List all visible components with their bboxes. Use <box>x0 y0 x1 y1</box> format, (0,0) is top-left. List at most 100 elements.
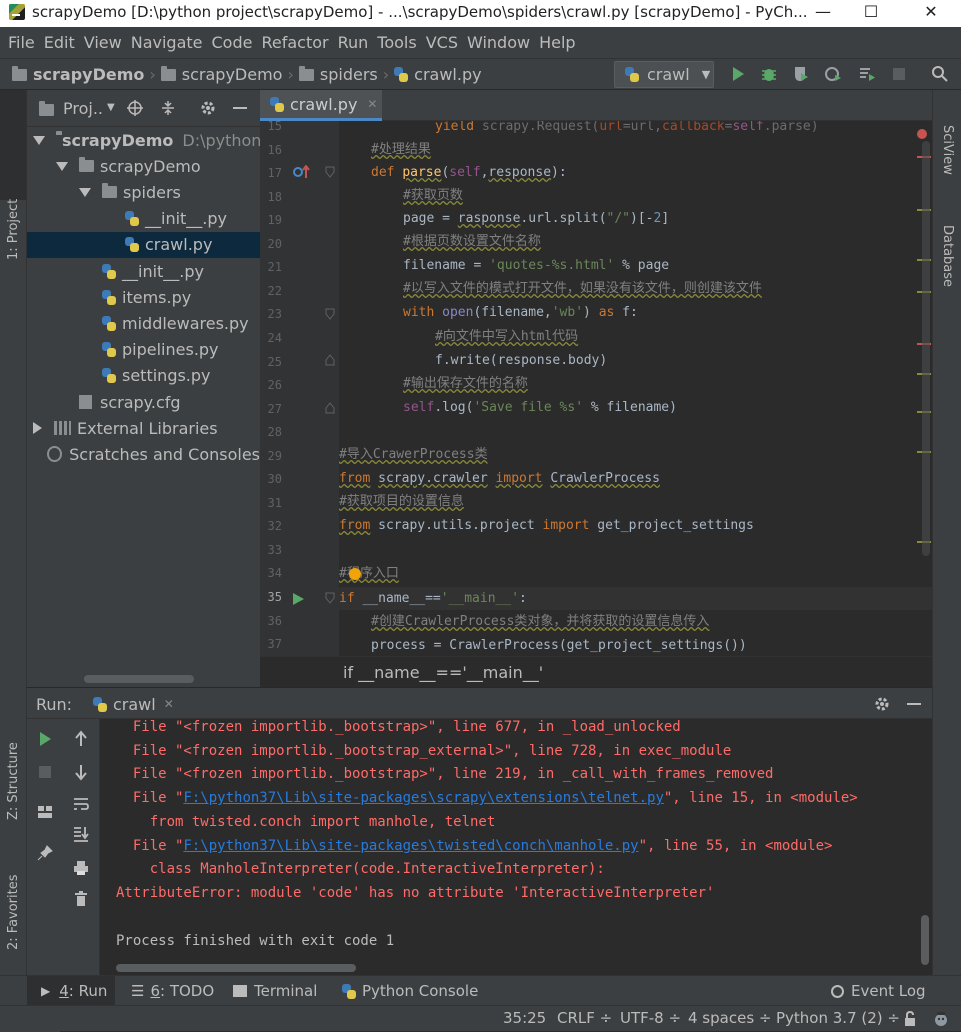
horizontal-scrollbar[interactable] <box>116 964 356 972</box>
project-tree-item[interactable]: settings.py <box>27 363 260 389</box>
project-tree-item[interactable]: crawl.py <box>27 231 260 258</box>
up-arrow-icon[interactable] <box>72 730 90 748</box>
project-tree-item[interactable]: scrapy.cfg <box>27 389 260 415</box>
run-tab-crawl[interactable]: crawl ✕ <box>93 690 174 718</box>
pin-tab-icon[interactable] <box>36 844 54 862</box>
run-console-output[interactable]: File "<frozen importlib._bootstrap>", li… <box>100 719 932 975</box>
trash-icon[interactable] <box>72 890 90 908</box>
stop-icon[interactable] <box>36 763 54 781</box>
maximize-button[interactable]: ☐ <box>848 0 894 27</box>
favorites-tool-tab[interactable]: 2: Favorites <box>6 874 21 950</box>
run-line-icon[interactable] <box>291 592 305 606</box>
project-tree-item[interactable]: scrapyDemo <box>27 153 260 179</box>
chevron-down-icon[interactable] <box>79 187 91 197</box>
menu-refactor[interactable]: Refactor <box>261 33 328 52</box>
console-file-link[interactable]: F:\python37\Lib\site-packages\twisted\co… <box>183 838 638 854</box>
rerun-icon[interactable] <box>36 730 54 748</box>
collapse-all-icon[interactable] <box>159 99 177 117</box>
breadcrumb-spiders[interactable]: spiders <box>320 65 378 84</box>
concurrency-diagram-icon[interactable] <box>858 65 876 83</box>
encoding-select[interactable]: UTF-8 ÷ <box>620 1009 681 1027</box>
fold-marker-icon[interactable] <box>325 592 335 604</box>
breadcrumb-project[interactable]: scrapyDemo <box>33 65 144 84</box>
menu-run[interactable]: Run <box>338 33 369 52</box>
line-separator-select[interactable]: CRLF ÷ <box>557 1009 612 1027</box>
editor-breadcrumb[interactable]: if __name__=='__main__' <box>343 663 543 682</box>
close-button[interactable]: ✕ <box>908 0 954 27</box>
locate-icon[interactable] <box>126 99 144 117</box>
lock-icon[interactable] <box>902 1011 918 1027</box>
menu-code[interactable]: Code <box>212 33 253 52</box>
run-with-coverage-icon[interactable] <box>792 65 810 83</box>
sciview-tool-tab[interactable]: SciView <box>940 125 955 175</box>
lightbulb-icon[interactable] <box>349 568 361 580</box>
menu-vcs[interactable]: VCS <box>426 33 458 52</box>
project-tree-item[interactable]: pipelines.py <box>27 337 260 363</box>
fold-marker-icon[interactable] <box>325 402 335 414</box>
menu-file[interactable]: File <box>8 33 35 52</box>
vertical-scrollbar[interactable] <box>922 141 930 556</box>
soft-wrap-icon[interactable] <box>72 795 90 813</box>
project-tool-tab[interactable]: 1: Project <box>6 199 21 260</box>
override-method-icon[interactable] <box>293 165 311 179</box>
chevron-down-icon[interactable] <box>56 161 68 171</box>
search-icon[interactable] <box>931 65 949 83</box>
inspector-icon[interactable] <box>932 1011 950 1027</box>
hide-icon[interactable] <box>231 99 249 117</box>
debug-icon[interactable] <box>760 65 778 83</box>
caret-position[interactable]: 35:25 <box>503 1009 546 1027</box>
fold-marker-icon[interactable] <box>325 166 335 178</box>
stop-icon[interactable] <box>890 65 908 83</box>
project-tree-item[interactable]: __init__.py <box>27 206 260 232</box>
project-tree-item[interactable]: middlewares.py <box>27 310 260 336</box>
project-tree-label: scrapyDemo <box>62 130 174 150</box>
hide-icon[interactable] <box>905 695 923 713</box>
vertical-scrollbar[interactable] <box>921 915 929 965</box>
run-icon[interactable] <box>729 65 747 83</box>
event-log-tool-tab[interactable]: Event Log <box>831 976 926 1006</box>
code-editor[interactable]: yield scrapy.Request(url=url,callback=se… <box>339 121 932 656</box>
menu-tools[interactable]: Tools <box>377 33 416 52</box>
project-tree-item[interactable]: Scratches and Consoles <box>27 441 260 467</box>
gear-icon[interactable] <box>873 695 891 713</box>
project-view-selector[interactable]: Proj.. <box>63 99 103 118</box>
menu-edit[interactable]: Edit <box>44 33 75 52</box>
python-console-tool-tab[interactable]: Python Console <box>342 976 478 1006</box>
profile-icon[interactable] <box>824 65 842 83</box>
project-tree-item[interactable]: External Libraries <box>27 415 260 441</box>
print-icon[interactable] <box>72 859 90 877</box>
project-tree-item[interactable]: spiders <box>27 179 260 205</box>
fold-marker-icon[interactable] <box>325 354 335 366</box>
run-configuration-select[interactable]: crawl ▼ <box>614 61 714 88</box>
minimize-button[interactable]: — <box>800 0 846 27</box>
menu-navigate[interactable]: Navigate <box>131 33 203 52</box>
error-indicator-icon[interactable] <box>917 129 927 139</box>
console-file-link[interactable]: F:\python37\Lib\site-packages\scrapy\ext… <box>183 790 663 806</box>
menu-window[interactable]: Window <box>467 33 530 52</box>
structure-tool-tab[interactable]: Z: Structure <box>6 742 21 820</box>
run-tool-tab[interactable]: ▶ 4: Run <box>27 976 115 1006</box>
close-icon[interactable]: ✕ <box>367 97 377 111</box>
scroll-to-end-icon[interactable] <box>72 825 90 843</box>
todo-tool-tab[interactable]: ☰ 6: TODO <box>131 976 214 1006</box>
restore-layout-icon[interactable] <box>36 803 54 821</box>
project-tree-item[interactable]: scrapyDemo D:\python p <box>27 127 260 153</box>
breadcrumb-file[interactable]: crawl.py <box>414 65 481 84</box>
menu-view[interactable]: View <box>84 33 122 52</box>
gear-icon[interactable] <box>199 99 217 117</box>
terminal-tool-tab[interactable]: Terminal <box>233 976 317 1006</box>
interpreter-select[interactable]: Python 3.7 (2) ÷ <box>776 1009 900 1027</box>
menu-help[interactable]: Help <box>539 33 575 52</box>
close-icon[interactable]: ✕ <box>164 697 174 711</box>
down-arrow-icon[interactable] <box>72 763 90 781</box>
indent-select[interactable]: 4 spaces ÷ <box>688 1009 771 1027</box>
editor-tab-crawl[interactable]: crawl.py ✕ <box>260 90 382 121</box>
horizontal-scrollbar[interactable] <box>84 675 194 683</box>
chevron-down-icon[interactable] <box>33 135 45 145</box>
project-tree-item[interactable]: items.py <box>27 284 260 310</box>
chevron-right-icon[interactable] <box>33 422 42 435</box>
database-tool-tab[interactable]: Database <box>940 225 955 287</box>
breadcrumb-package[interactable]: scrapyDemo <box>182 65 283 84</box>
project-tree-item[interactable]: __init__.py <box>27 258 260 284</box>
fold-marker-icon[interactable] <box>325 308 335 320</box>
